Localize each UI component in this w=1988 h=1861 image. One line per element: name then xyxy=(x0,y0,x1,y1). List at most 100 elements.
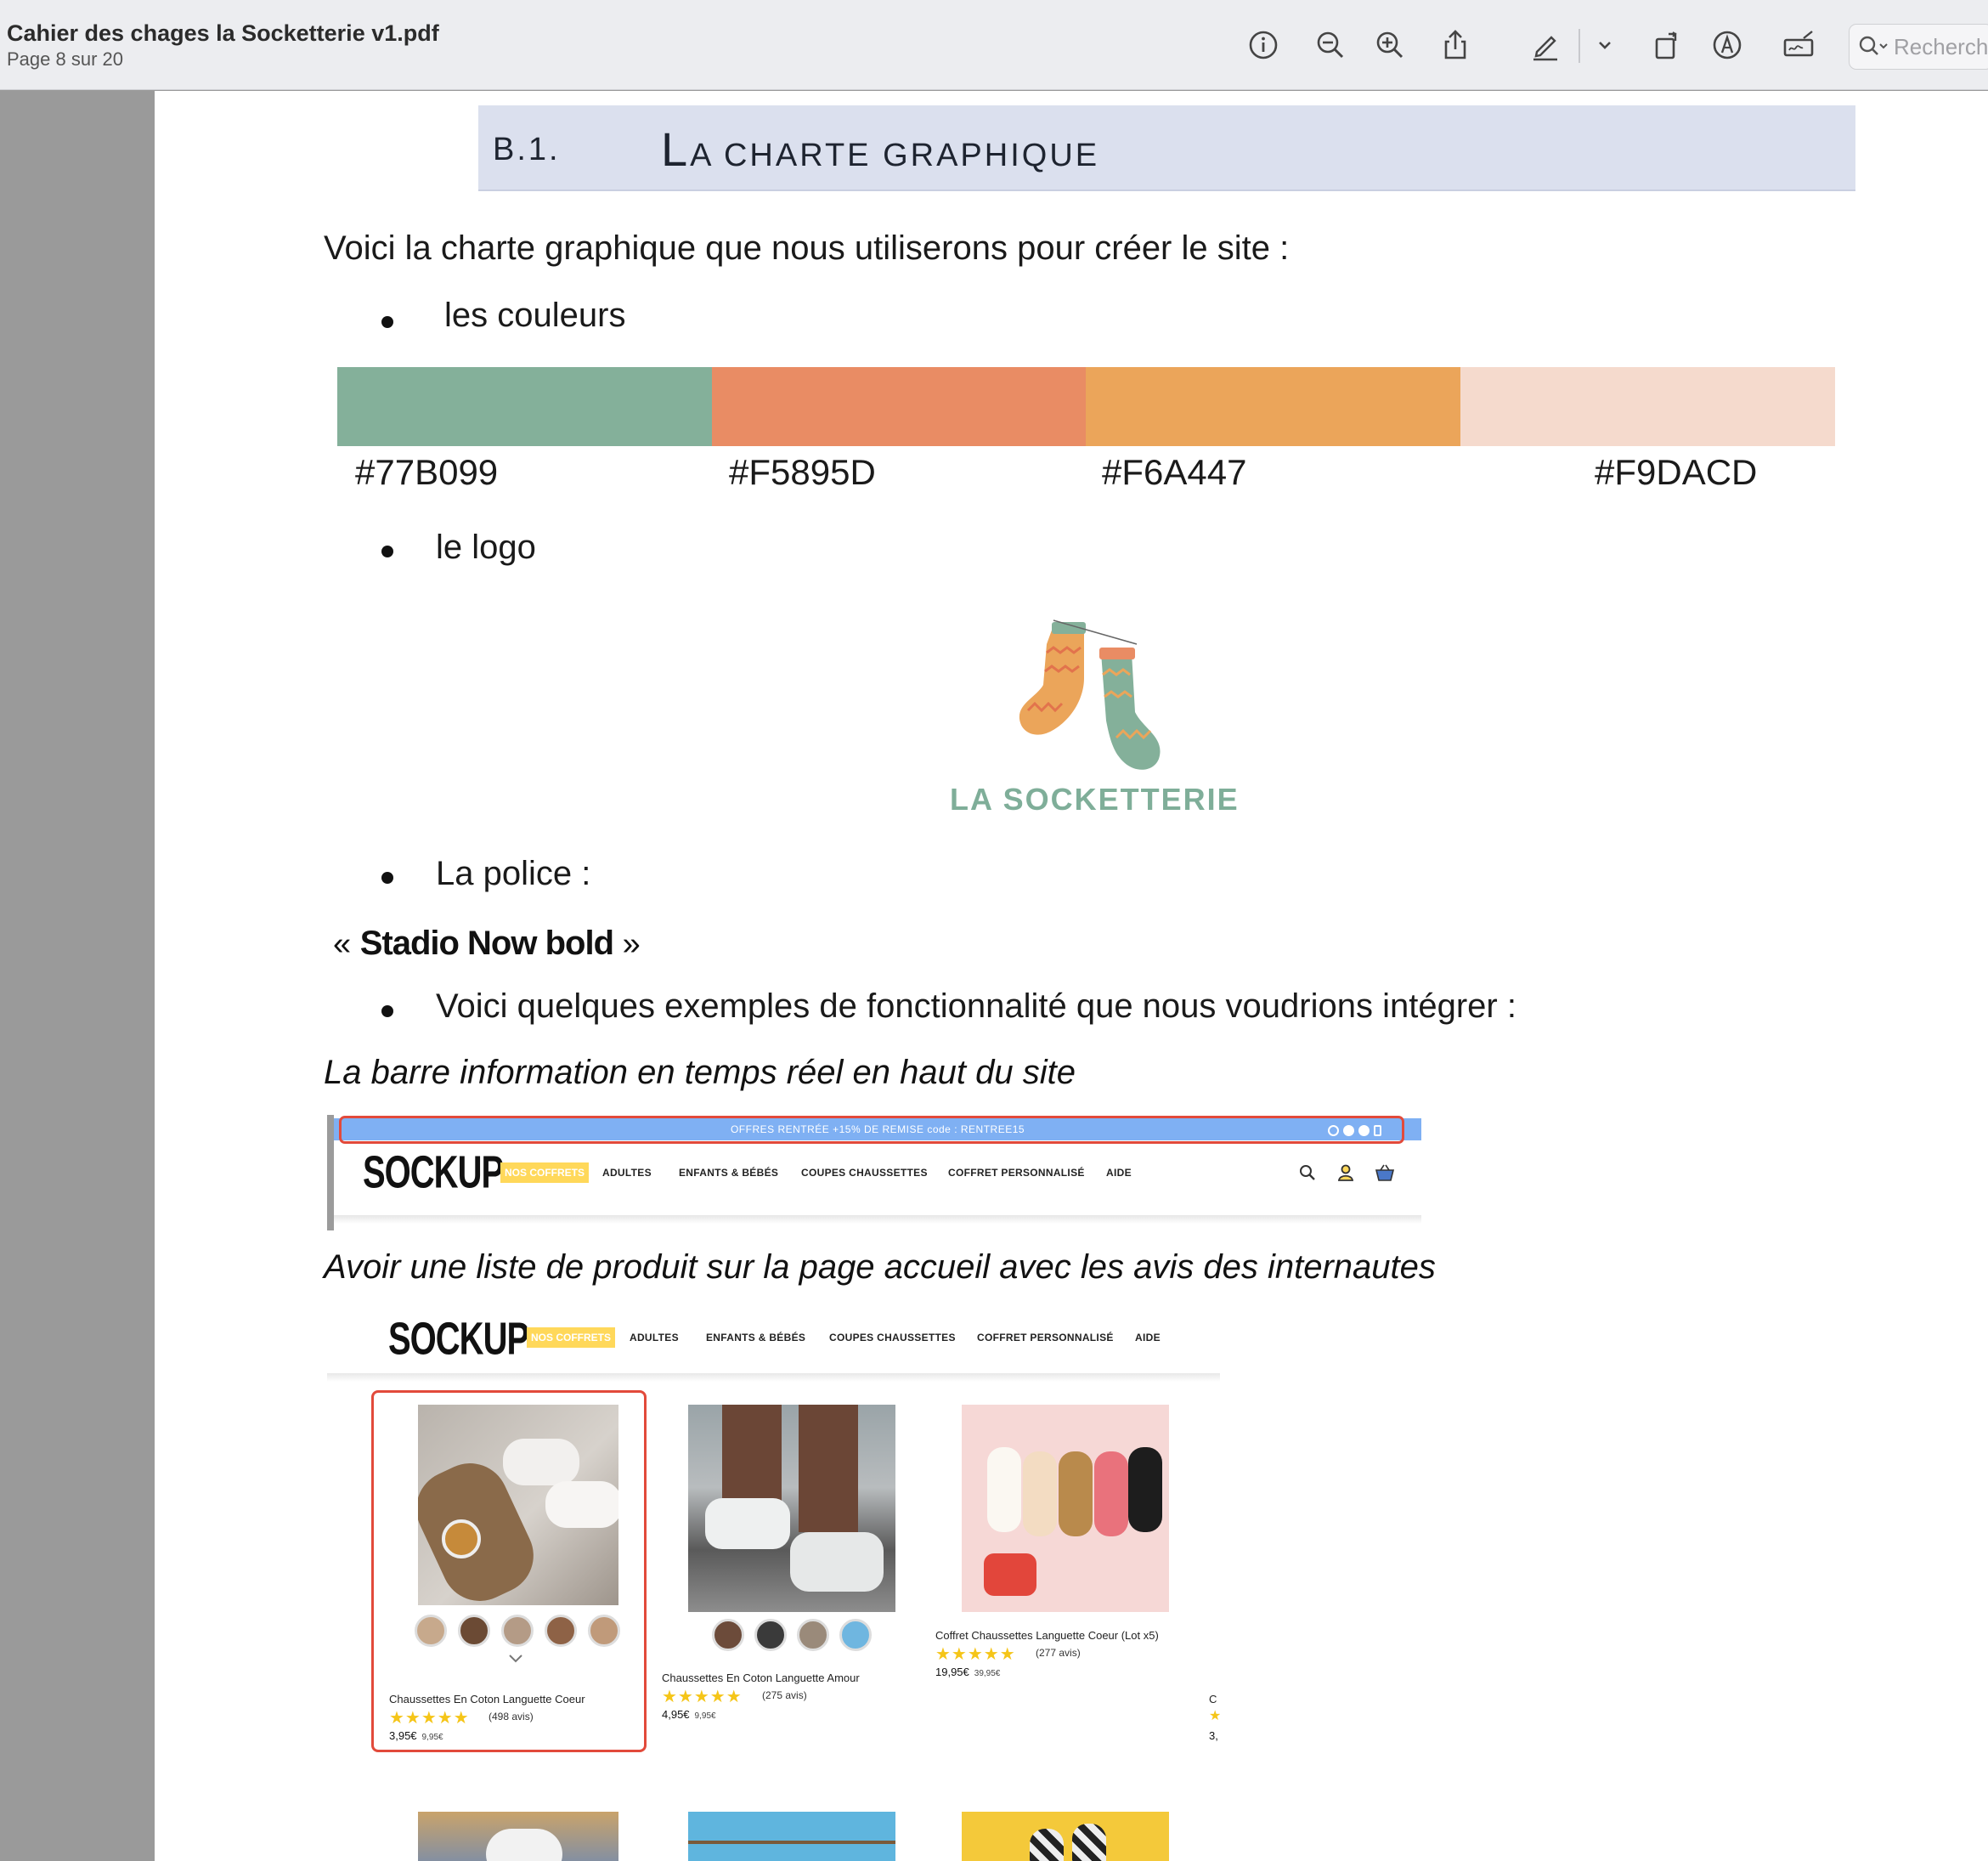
old-price: 39,95€ xyxy=(974,1669,1001,1678)
section-title-rest: A CHARTE GRAPHIQUE xyxy=(690,138,1100,173)
price: 3,95€ 9,95€ xyxy=(389,1729,443,1742)
rating-stars: ★★★★★ xyxy=(935,1645,1016,1664)
product-title: Chaussettes En Coton Languette Amour xyxy=(662,1672,860,1684)
color-swatch-pink xyxy=(1460,367,1835,446)
example-header-screenshot: OFFRES RENTRÉE +15% DE REMISE code : REN… xyxy=(327,1115,1429,1230)
caption-products: Avoir une liste de produit sur la page a… xyxy=(324,1248,1436,1286)
signature-icon[interactable] xyxy=(1774,20,1823,70)
rating-stars: ★★★★★ xyxy=(662,1688,743,1706)
price: 4,95€ 9,95€ xyxy=(662,1708,716,1721)
product-image xyxy=(962,1812,1169,1861)
product-image xyxy=(418,1405,618,1605)
nav-item: COUPES CHAUSSETTES xyxy=(829,1332,956,1343)
nav-item: ENFANTS & BÉBÉS xyxy=(706,1332,806,1343)
section-title-cap: L xyxy=(661,122,691,176)
color-hex-label: #F6A447 xyxy=(1102,452,1247,492)
nav-item: ADULTES xyxy=(602,1167,652,1179)
rotate-icon[interactable] xyxy=(1642,20,1691,70)
variant-thumbnail xyxy=(754,1619,787,1651)
nav-pill: NOS COFFRETS xyxy=(500,1162,589,1183)
nav-item: AIDE xyxy=(1135,1332,1161,1343)
variant-thumbnail xyxy=(415,1615,447,1647)
basket-icon xyxy=(1375,1164,1395,1181)
nav-item: AIDE xyxy=(1106,1167,1132,1179)
color-hex-label: #77B099 xyxy=(355,452,499,492)
example-products-screenshot: SOCKUP NOS COFFRETS ADULTES ENFANTS & BÉ… xyxy=(327,1292,1220,1861)
review-count: (498 avis) xyxy=(489,1711,534,1722)
search-field[interactable] xyxy=(1849,24,1988,70)
share-icon[interactable] xyxy=(1431,20,1480,70)
bullet xyxy=(381,1005,393,1017)
intro-text: Voici la charte graphique que nous utili… xyxy=(324,229,1290,267)
screenshot-edge xyxy=(327,1115,334,1230)
color-hex-label: #F5895D xyxy=(729,452,876,492)
current-price: 3,95€ xyxy=(389,1729,417,1742)
old-price: 9,95€ xyxy=(694,1711,716,1721)
rating-stars: ★★★★★ xyxy=(389,1709,470,1728)
logo-text: LA SOCKETTERIE xyxy=(950,782,1240,817)
rating-stars: ★ xyxy=(1209,1709,1220,1723)
info-icon[interactable] xyxy=(1239,20,1288,70)
window-toolbar: Cahier des chages la Socketterie v1.pdf … xyxy=(0,0,1988,90)
zoom-in-icon[interactable] xyxy=(1365,20,1415,70)
variant-thumbnail xyxy=(797,1619,829,1651)
markup-icon[interactable] xyxy=(1703,20,1752,70)
bullet-font: La police : xyxy=(436,855,591,892)
current-price: 4,95€ xyxy=(662,1708,690,1721)
review-count: (277 avis) xyxy=(1036,1647,1081,1659)
sockup-logo: SOCKUP xyxy=(363,1147,504,1198)
color-swatch-orange xyxy=(1086,367,1460,446)
nav-pill: NOS COFFRETS xyxy=(527,1327,615,1348)
search-input[interactable] xyxy=(1894,33,1988,60)
search-icon xyxy=(1300,1165,1315,1180)
highlight-outline xyxy=(339,1116,1404,1144)
bullet xyxy=(381,546,393,557)
variant-thumbnail xyxy=(458,1615,490,1647)
product-image xyxy=(688,1812,895,1861)
old-price: 9,95€ xyxy=(421,1733,443,1742)
search-icon xyxy=(1859,36,1888,55)
bullet xyxy=(381,872,393,884)
nav-item: COFFRET PERSONNALISÉ xyxy=(977,1332,1114,1343)
bullet-features: Voici quelques exemples de fonctionnalit… xyxy=(436,987,1516,1025)
color-swatch-coral xyxy=(712,367,1086,446)
variant-thumbnail xyxy=(712,1619,744,1651)
price: 3, xyxy=(1209,1729,1218,1742)
nav-item: COFFRET PERSONNALISÉ xyxy=(948,1167,1085,1179)
variant-thumbnail xyxy=(588,1615,620,1647)
product-title: Coffret Chaussettes Languette Coeur (Lot… xyxy=(935,1629,1159,1642)
product-image xyxy=(418,1812,618,1861)
zoom-out-icon[interactable] xyxy=(1306,20,1355,70)
section-title: LA CHARTE GRAPHIQUE xyxy=(661,122,1099,177)
chevron-down-icon[interactable] xyxy=(1580,20,1629,70)
highlight-pen-icon[interactable] xyxy=(1521,20,1570,70)
caption-infobar: La barre information en temps réel en ha… xyxy=(324,1054,1076,1091)
header-shadow xyxy=(327,1373,1220,1382)
viewer-background xyxy=(0,91,155,1861)
font-sample: « Stadio Now bold » xyxy=(333,925,641,963)
price: 19,95€ 39,95€ xyxy=(935,1666,1000,1678)
review-count: (275 avis) xyxy=(762,1689,807,1701)
section-number: B.1. xyxy=(493,132,561,167)
bullet-logo: le logo xyxy=(436,529,536,566)
variant-thumbnail xyxy=(545,1615,577,1647)
current-price: 19,95€ xyxy=(935,1666,969,1678)
bullet-colors: les couleurs xyxy=(444,297,626,334)
document-title: Cahier des chages la Socketterie v1.pdf xyxy=(7,20,439,46)
chevron-down-icon xyxy=(509,1655,522,1663)
font-name: Stadio Now bold xyxy=(359,925,614,962)
nav-item: ADULTES xyxy=(630,1332,679,1343)
header-shadow xyxy=(334,1215,1421,1224)
account-icon xyxy=(1337,1164,1354,1181)
bullet xyxy=(381,316,393,328)
product-image xyxy=(688,1405,895,1612)
quote-open: « xyxy=(333,926,360,962)
page-indicator: Page 8 sur 20 xyxy=(7,48,123,70)
variant-thumbnail xyxy=(501,1615,534,1647)
color-swatch-green xyxy=(337,367,712,446)
color-hex-label: #F9DACD xyxy=(1595,452,1758,492)
product-title: Chaussettes En Coton Languette Coeur xyxy=(389,1693,585,1705)
nav-item: COUPES CHAUSSETTES xyxy=(801,1167,928,1179)
quote-close: » xyxy=(613,926,641,962)
product-image xyxy=(962,1405,1169,1612)
